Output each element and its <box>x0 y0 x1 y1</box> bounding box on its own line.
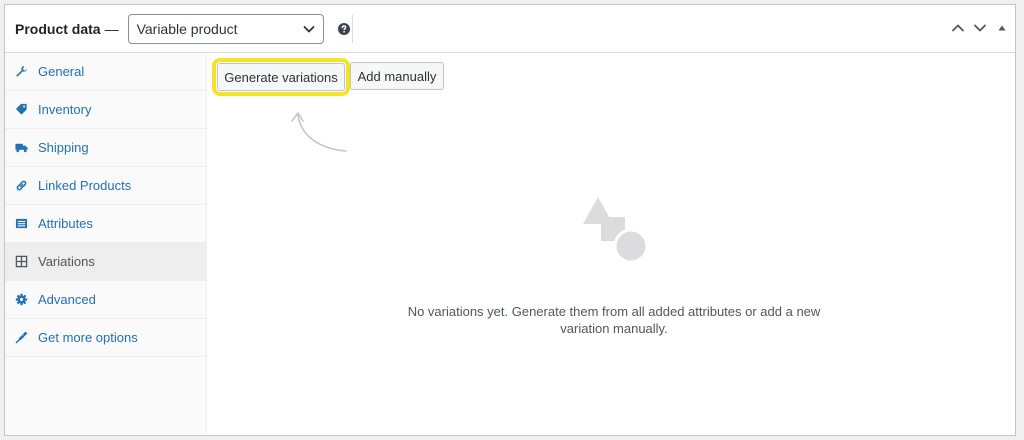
tab-label: General <box>38 64 85 79</box>
list-icon <box>15 218 28 229</box>
tab-label: Attributes <box>38 216 93 231</box>
plugin-icon <box>15 331 28 344</box>
tab-shipping[interactable]: Shipping <box>5 129 206 167</box>
tab-linked-products[interactable]: Linked Products <box>5 167 206 205</box>
gear-icon <box>15 293 28 306</box>
link-icon <box>16 180 27 191</box>
move-up-icon[interactable] <box>951 21 965 35</box>
tab-attributes[interactable]: Attributes <box>5 205 206 243</box>
tab-label: Get more options <box>38 330 138 345</box>
tab-label: Variations <box>38 254 95 269</box>
tab-label: Linked Products <box>38 178 132 193</box>
generate-variations-button[interactable]: Generate variations <box>212 58 350 96</box>
add-manually-button[interactable]: Add manually <box>350 62 444 90</box>
panel-controls <box>951 21 1009 35</box>
curved-arrow-icon <box>291 112 347 152</box>
truck-icon <box>15 143 28 153</box>
title-dash: — <box>104 20 119 37</box>
chevron-down-icon <box>303 25 314 32</box>
wrench-icon <box>16 65 28 77</box>
tab-inventory[interactable]: Inventory <box>5 91 206 129</box>
tab-label: Inventory <box>38 102 92 117</box>
empty-state-message: No variations yet. Generate them from al… <box>389 303 839 337</box>
product-data-panel: Product data — Variable product General … <box>4 4 1016 436</box>
tab-variations[interactable]: Variations <box>5 243 206 281</box>
product-data-tabs: General Inventory Shipping Linked Produc… <box>5 53 207 435</box>
tab-label: Shipping <box>38 140 89 155</box>
panel-title: Product data <box>15 20 101 37</box>
product-type-value: Variable product <box>136 20 238 37</box>
panel-body: General Inventory Shipping Linked Produc… <box>5 53 1015 435</box>
tag-icon <box>15 103 27 115</box>
tab-general[interactable]: General <box>5 53 206 91</box>
grid-icon <box>15 255 28 268</box>
empty-state-line: variation manually. <box>560 321 668 336</box>
tab-label: Advanced <box>38 292 96 307</box>
shapes-icon <box>583 197 649 264</box>
header-divider <box>352 15 353 43</box>
variations-panel: Generate variations Add manually No vari… <box>207 53 1015 435</box>
collapse-toggle-icon[interactable] <box>995 21 1009 35</box>
product-type-select[interactable]: Variable product <box>127 13 324 44</box>
move-down-icon[interactable] <box>973 21 987 35</box>
help-icon[interactable] <box>337 22 350 35</box>
tab-advanced[interactable]: Advanced <box>5 281 206 319</box>
empty-state-line: No variations yet. Generate them from al… <box>407 304 821 319</box>
tab-get-more-options[interactable]: Get more options <box>5 319 206 357</box>
panel-header: Product data — Variable product <box>5 5 1015 53</box>
